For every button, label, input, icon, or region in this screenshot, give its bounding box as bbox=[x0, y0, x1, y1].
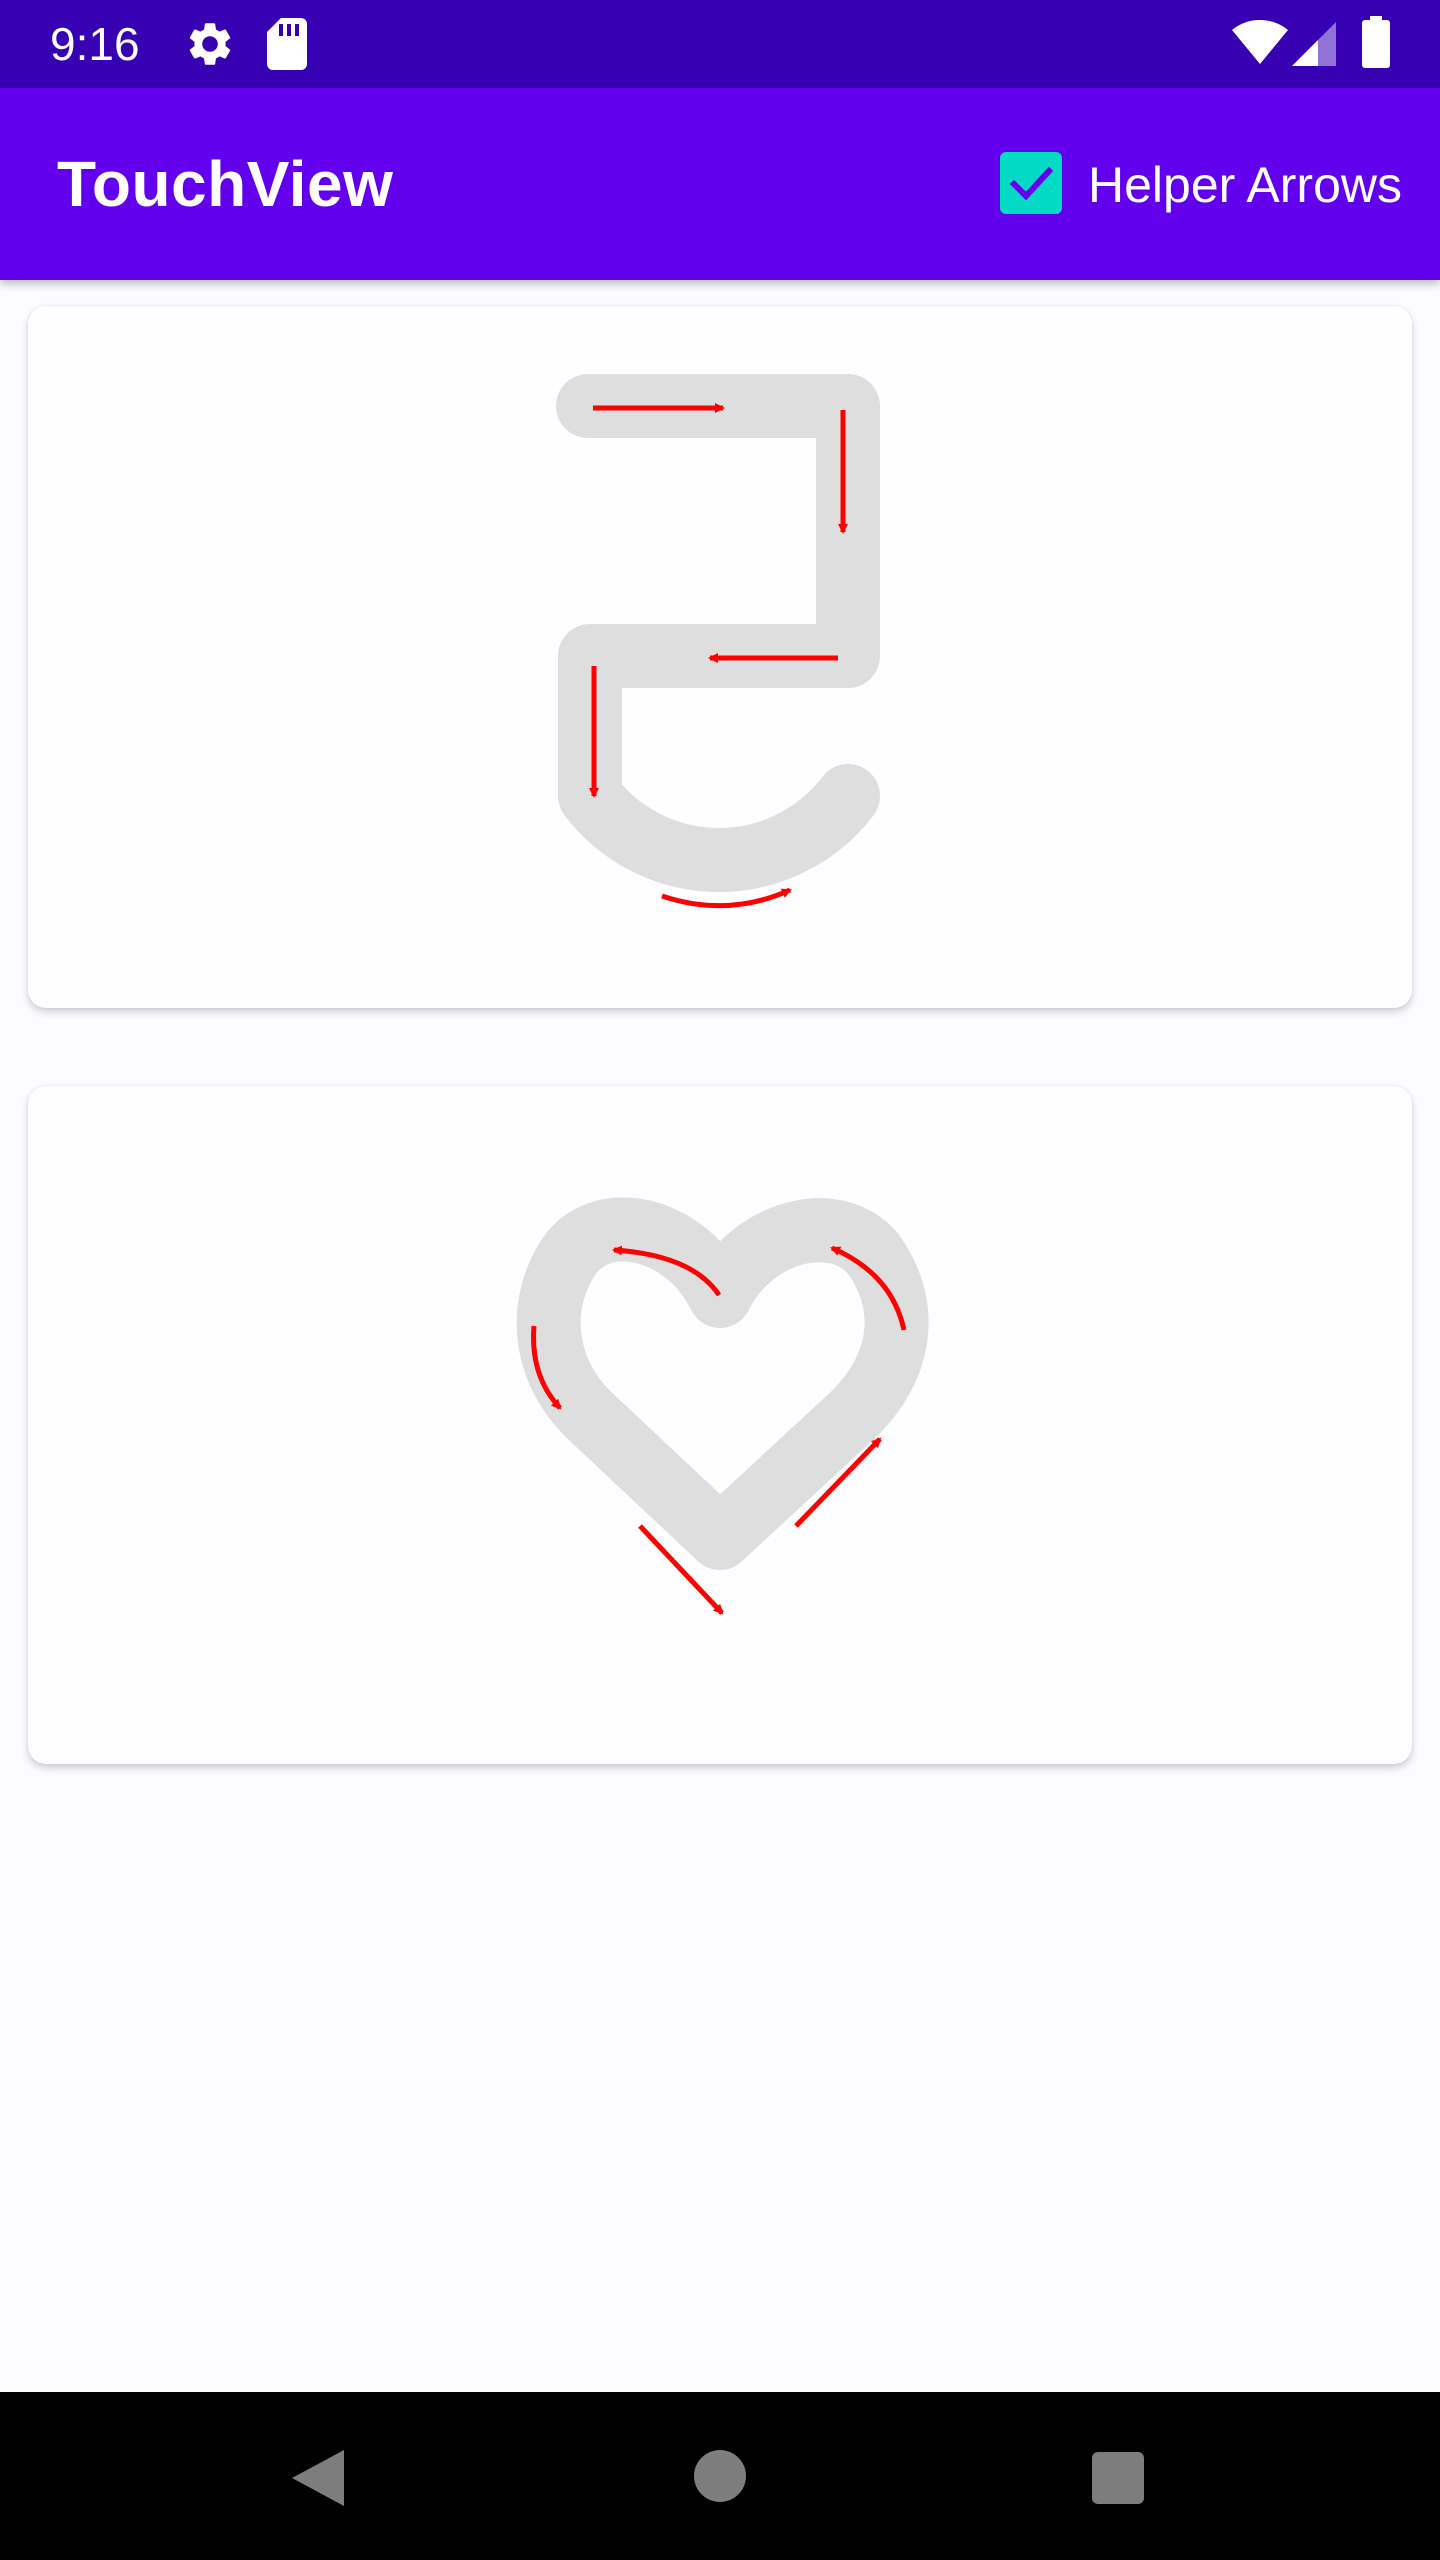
number-5-trace-canvas[interactable] bbox=[28, 306, 1412, 1008]
status-bar: 9:16 bbox=[0, 0, 1440, 88]
navigation-bar bbox=[0, 2392, 1440, 2560]
home-icon[interactable] bbox=[694, 2450, 746, 2502]
helper-arrows-toggle[interactable]: Helper Arrows bbox=[996, 150, 1416, 218]
wifi-icon bbox=[1232, 20, 1288, 64]
number-5-trace-path bbox=[556, 374, 880, 892]
recents-icon[interactable] bbox=[1092, 2452, 1144, 2504]
battery-icon bbox=[1362, 16, 1390, 68]
trace-card-number-5[interactable] bbox=[28, 306, 1412, 1008]
heart-trace-canvas[interactable] bbox=[28, 1086, 1412, 1764]
helper-arrows-label: Helper Arrows bbox=[1088, 157, 1402, 213]
gear-icon bbox=[189, 23, 231, 65]
trace-card-heart[interactable] bbox=[28, 1086, 1412, 1764]
helper-arrows-checkbox[interactable] bbox=[1000, 152, 1062, 214]
sd-card-icon bbox=[267, 18, 307, 70]
app-title: TouchView bbox=[57, 148, 394, 220]
heart-trace-path bbox=[516, 1197, 929, 1570]
checkmark-icon bbox=[1009, 166, 1054, 201]
cellular-signal-icon bbox=[1292, 22, 1336, 66]
back-icon[interactable] bbox=[290, 2448, 346, 2508]
arrow-curve-icon bbox=[661, 887, 792, 909]
status-time: 9:16 bbox=[50, 18, 140, 70]
app-bar: TouchView Helper Arrows bbox=[0, 88, 1440, 280]
